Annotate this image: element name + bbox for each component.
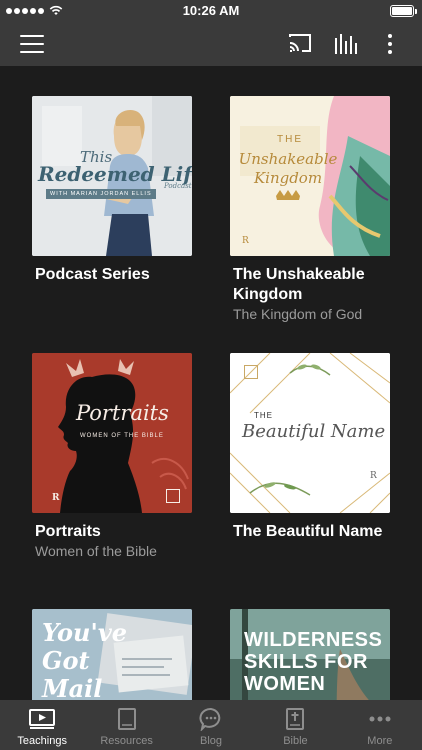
- cover-heading-line: SKILLS FOR: [244, 651, 368, 673]
- overflow-menu-icon[interactable]: [380, 32, 400, 56]
- series-subtitle: Women of the Bible: [35, 543, 157, 559]
- cover-heading-line: WILDERNESS: [244, 629, 383, 651]
- series-card-beautiful-name[interactable]: THE Beautiful Name R The Beautiful Name: [230, 353, 390, 542]
- menu-icon[interactable]: [20, 35, 44, 53]
- play-icon: [29, 706, 56, 732]
- series-subtitle: The Kingdom of God: [233, 306, 363, 322]
- cover-heading-main: Beautiful Name: [242, 421, 386, 442]
- tab-resources[interactable]: Resources: [84, 700, 168, 750]
- bottom-tab-bar: Teachings Resources Blog Bible More: [0, 700, 422, 750]
- cover-heading-main: Unshakeable Kingdom: [238, 150, 338, 187]
- book-icon: [117, 706, 136, 732]
- bible-icon: [286, 706, 305, 732]
- cover-host-line: WITH MARIAN JORDAN ELLIS: [46, 189, 156, 199]
- cover-image: This Redeemed Life. WITH MARIAN JORDAN E…: [32, 96, 192, 256]
- cover-image: THE Unshakeable Kingdom R: [230, 96, 390, 256]
- cover-heading-main: Portraits: [76, 401, 169, 425]
- tab-label: Resources: [100, 735, 153, 747]
- cover-badge: Podcast: [164, 182, 192, 190]
- cover-heading-sub: WOMEN OF THE BIBLE: [80, 433, 164, 439]
- cover-heading-top: THE: [277, 134, 303, 145]
- tab-bible[interactable]: Bible: [253, 700, 337, 750]
- more-horizontal-icon: [369, 706, 391, 732]
- series-title: Podcast Series: [35, 266, 150, 283]
- chat-bubble-icon: [199, 706, 223, 732]
- cover-image: WILDERNESS SKILLS FOR WOMEN: [230, 609, 390, 700]
- cover-image: THE Beautiful Name R: [230, 353, 390, 513]
- cover-image: You've Got Mail: [32, 609, 192, 700]
- series-card-portraits[interactable]: Portraits WOMEN OF THE BIBLE R Portraits…: [32, 353, 192, 560]
- teachings-grid: This Redeemed Life. WITH MARIAN JORDAN E…: [0, 66, 422, 700]
- tab-teachings[interactable]: Teachings: [0, 700, 84, 750]
- cover-heading-line: WOMEN: [244, 673, 326, 695]
- tab-label: More: [367, 735, 393, 747]
- series-card-wilderness-skills[interactable]: WILDERNESS SKILLS FOR WOMEN: [230, 609, 390, 700]
- series-title: The Beautiful Name: [233, 523, 383, 540]
- cover-logo: R: [242, 236, 249, 246]
- cover-heading: WILDERNESS SKILLS FOR WOMEN: [244, 629, 382, 695]
- audio-levels-icon[interactable]: [334, 32, 358, 54]
- series-card-youve-got-mail[interactable]: You've Got Mail: [32, 609, 192, 700]
- cover-heading-top: THE: [254, 411, 273, 420]
- app-bar: [0, 22, 422, 66]
- tab-more[interactable]: More: [338, 700, 422, 750]
- cover-study-badge: [244, 365, 258, 379]
- status-bar: 10:26 AM: [0, 0, 422, 22]
- cover-logo: R: [52, 493, 60, 503]
- tab-blog[interactable]: Blog: [169, 700, 253, 750]
- series-card-podcast[interactable]: This Redeemed Life. WITH MARIAN JORDAN E…: [32, 96, 192, 285]
- status-time: 10:26 AM: [182, 3, 240, 18]
- series-title: The Unshakeable Kingdom: [233, 266, 365, 303]
- series-card-unshakeable-kingdom[interactable]: THE Unshakeable Kingdom R The Unshakeabl…: [230, 96, 390, 323]
- cover-study-badge: [166, 489, 180, 503]
- tab-label: Teachings: [17, 735, 67, 747]
- tab-label: Bible: [283, 735, 308, 747]
- cover-logo: R: [370, 471, 377, 481]
- cast-icon[interactable]: [288, 33, 312, 53]
- cover-image: Portraits WOMEN OF THE BIBLE R: [32, 353, 192, 513]
- series-title: Portraits: [35, 523, 101, 540]
- tab-label: Blog: [200, 735, 223, 747]
- cover-heading-main: You've Got Mail: [42, 618, 128, 701]
- battery-icon: [390, 5, 417, 17]
